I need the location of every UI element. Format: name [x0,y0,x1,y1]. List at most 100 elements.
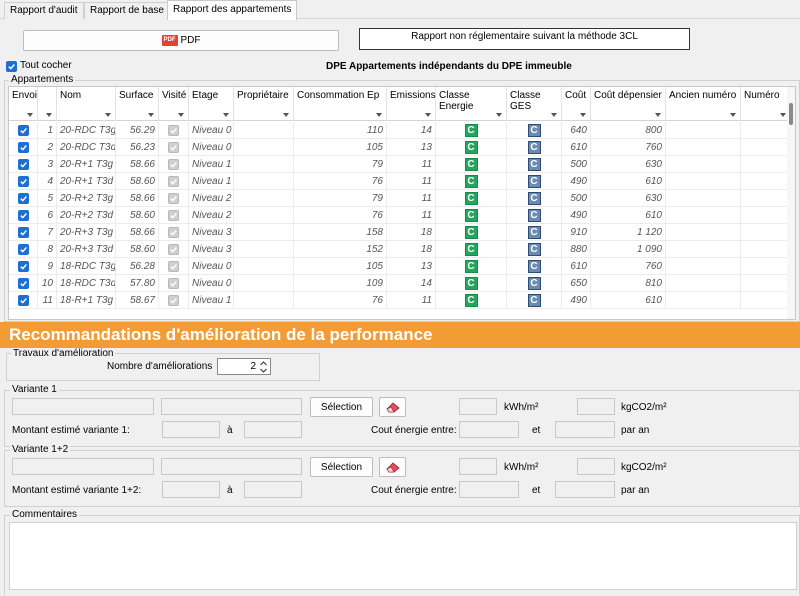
cell-envoi[interactable] [9,224,38,241]
commentaires-textarea[interactable] [9,522,797,590]
table-row[interactable]: 9 18-RDC T3g 56.28 Niveau 0 105 13 C C 610 760 [9,258,791,275]
column-header-classe-ges[interactable]: Classe GES [507,87,562,121]
cell-envoi[interactable] [9,156,38,173]
envoi-checkbox[interactable] [17,193,29,204]
eraser-button[interactable] [379,397,406,417]
scrollbar-thumb[interactable] [789,103,793,125]
selection-button[interactable]: Sélection [310,457,373,477]
envoi-checkbox[interactable] [17,176,29,187]
montant-min-field[interactable] [162,421,220,438]
envoi-checkbox[interactable] [17,295,29,306]
table-row[interactable]: 6 20-R+2 T3d 58.60 Niveau 2 76 11 C C 490 610 [9,207,791,224]
envoi-checkbox[interactable] [17,125,29,136]
filter-dropdown-icon[interactable] [376,113,382,117]
filter-dropdown-icon[interactable] [655,113,661,117]
filter-dropdown-icon[interactable] [46,113,52,117]
filter-dropdown-icon[interactable] [105,113,111,117]
report-3cl-button[interactable]: Rapport non réglementaire suivant la mét… [359,28,690,50]
column-header-etage[interactable]: Etage [189,87,234,121]
variant-code-field[interactable] [12,458,154,475]
kwh-field[interactable] [459,398,497,415]
column-header-numero[interactable]: Numéro [741,87,791,121]
ges-class-badge: C [527,124,541,137]
cell-envoi[interactable] [9,139,38,156]
co2-field[interactable] [577,398,615,415]
montant-min-field[interactable] [162,481,220,498]
montant-max-field[interactable] [244,481,302,498]
filter-dropdown-icon[interactable] [178,113,184,117]
cell-consommation: 152 [294,241,387,258]
tab-rapport-audit[interactable]: Rapport d'audit [4,2,84,19]
variant-code-field[interactable] [12,398,154,415]
co2-field[interactable] [577,458,615,475]
column-header-ancien-numero[interactable]: Ancien numéro [666,87,741,121]
envoi-checkbox[interactable] [17,278,29,289]
montant-max-field[interactable] [244,421,302,438]
kwh-field[interactable] [459,458,497,475]
tab-rapport-appartements[interactable]: Rapport des appartements [167,0,298,20]
envoi-checkbox[interactable] [17,261,29,272]
table-scrollbar[interactable] [787,87,795,319]
table-row[interactable]: 5 20-R+2 T3g 58.66 Niveau 2 79 11 C C 500 630 [9,190,791,207]
cell-envoi[interactable] [9,207,38,224]
column-header-surface[interactable]: Surface [116,87,159,121]
variant-description-field[interactable] [161,398,302,415]
filter-dropdown-icon[interactable] [580,113,586,117]
filter-dropdown-icon[interactable] [496,113,502,117]
column-header-emissions[interactable]: Emissions [387,87,436,121]
variant-description-field[interactable] [161,458,302,475]
column-header-visite[interactable]: Visité [159,87,189,121]
table-row[interactable]: 11 18-R+1 T3g 58.67 Niveau 1 76 11 C C 490 610 [9,292,791,309]
table-row[interactable]: 4 20-R+1 T3d 58.60 Niveau 1 76 11 C C 490 610 [9,173,791,190]
envoi-checkbox[interactable] [17,227,29,238]
column-header-cout[interactable]: Coût [562,87,591,121]
cell-envoi[interactable] [9,241,38,258]
column-header-consommation[interactable]: Consommation Ep [294,87,387,121]
nb-ameliorations-spinner[interactable]: 2 [217,358,271,375]
tab-rapport-base[interactable]: Rapport de base [84,2,170,19]
envoi-checkbox[interactable] [17,142,29,153]
table-row[interactable]: 8 20-R+3 T3d 58.60 Niveau 3 152 18 C C 880 1 090 [9,241,791,258]
cell-cout-depensier: 1 120 [591,224,666,241]
cell-envoi[interactable] [9,190,38,207]
cell-etage: Niveau 1 [189,173,234,190]
filter-dropdown-icon[interactable] [425,113,431,117]
select-all[interactable]: Tout cocher [6,60,72,72]
cout-max-field[interactable] [555,481,615,498]
table-row[interactable]: 10 18-RDC T3d 57.80 Niveau 0 109 14 C C 650 810 [9,275,791,292]
filter-dropdown-icon[interactable] [551,113,557,117]
cout-min-field[interactable] [459,421,519,438]
column-header-cout-depensier[interactable]: Coût dépensier [591,87,666,121]
cell-envoi[interactable] [9,122,38,139]
envoi-checkbox[interactable] [17,159,29,170]
filter-dropdown-icon[interactable] [27,113,33,117]
pdf-button[interactable]: PDF PDF [23,30,339,51]
selection-button[interactable]: Sélection [310,397,373,417]
filter-dropdown-icon[interactable] [223,113,229,117]
select-all-checkbox[interactable] [6,60,17,72]
cout-max-field[interactable] [555,421,615,438]
cell-envoi[interactable] [9,173,38,190]
envoi-checkbox[interactable] [17,244,29,255]
filter-dropdown-icon[interactable] [730,113,736,117]
table-row[interactable]: 2 20-RDC T3d 56.23 Niveau 0 105 13 C C 610 760 [9,139,791,156]
table-row[interactable]: 1 20-RDC T3g 56.29 Niveau 0 110 14 C C 640 800 [9,122,791,139]
cell-envoi[interactable] [9,275,38,292]
filter-dropdown-icon[interactable] [780,113,786,117]
filter-dropdown-icon[interactable] [148,113,154,117]
column-header-nom[interactable]: Nom [57,87,116,121]
envoi-checkbox[interactable] [17,210,29,221]
filter-dropdown-icon[interactable] [283,113,289,117]
column-header-row-number[interactable] [38,87,57,121]
column-header-envoi[interactable]: Envoi [9,87,38,121]
column-header-proprietaire[interactable]: Propriétaire [234,87,294,121]
cout-min-field[interactable] [459,481,519,498]
table-row[interactable]: 7 20-R+3 T3g 58.66 Niveau 3 158 18 C C 910 1 120 [9,224,791,241]
cell-envoi[interactable] [9,258,38,275]
cell-envoi[interactable] [9,292,38,309]
table-row[interactable]: 3 20-R+1 T3g 58.66 Niveau 1 79 11 C C 500 630 [9,156,791,173]
eraser-button[interactable] [379,457,406,477]
spinner-arrows-icon[interactable] [259,360,268,374]
montant-label: Montant estimé variante 1: [12,425,130,436]
column-header-classe-energie[interactable]: Classe Energie [436,87,507,121]
